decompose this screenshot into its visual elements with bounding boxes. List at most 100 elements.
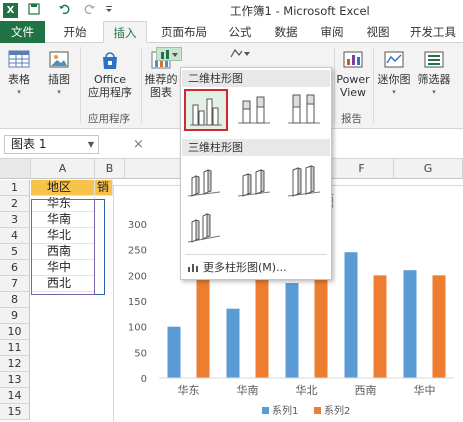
bar-系列1-华东[interactable]: [167, 326, 181, 378]
row-header[interactable]: 10: [0, 324, 30, 340]
row-header[interactable]: 12: [0, 356, 30, 372]
undo-icon[interactable]: [58, 3, 70, 18]
x-tick-label: 华北: [296, 383, 318, 397]
clustered-column-icon: [190, 98, 222, 126]
row-header[interactable]: 8: [0, 292, 30, 308]
tab-home[interactable]: 开始: [55, 21, 95, 43]
stacked-column-icon: [238, 96, 270, 124]
gallery-separator: [185, 254, 327, 255]
column-header-f[interactable]: F: [330, 159, 394, 179]
3d-clustered-column-option[interactable]: [184, 162, 228, 204]
table-icon: [7, 49, 31, 71]
bar-系列2-华南[interactable]: [255, 275, 269, 378]
clustered-column-option[interactable]: [184, 89, 228, 131]
series-value-range-highlight: [95, 199, 105, 295]
power-view-button[interactable]: Power View: [336, 49, 370, 99]
y-tick-label: 250: [128, 246, 147, 257]
column-header-a[interactable]: A: [31, 159, 95, 179]
3d-column-icon: [187, 213, 221, 243]
y-tick-label: 100: [128, 323, 147, 334]
select-all-corner[interactable]: [0, 159, 31, 179]
sparkline-icon: [382, 49, 406, 71]
stacked-column-option[interactable]: [234, 89, 278, 131]
bar-系列1-华中[interactable]: [403, 270, 417, 378]
3d-percent-stacked-column-option[interactable]: [284, 162, 328, 204]
tab-review[interactable]: 审阅: [314, 21, 350, 43]
row-header[interactable]: 3: [0, 212, 30, 228]
slicer-icon: [422, 49, 446, 71]
row-header[interactable]: 11: [0, 340, 30, 356]
section-2d-column: 二维柱形图: [182, 70, 330, 87]
legend-swatch: [314, 407, 321, 414]
row-header[interactable]: 14: [0, 388, 30, 404]
bar-系列2-华中[interactable]: [432, 275, 446, 378]
combo-chart-button[interactable]: [228, 47, 254, 61]
illustrations-label: 插图: [48, 73, 70, 86]
name-box[interactable]: 图表 1 ▼: [4, 135, 99, 154]
percent-stacked-column-option[interactable]: [284, 89, 328, 131]
bar-系列1-华南[interactable]: [226, 308, 240, 378]
3d-stacked-column-icon: [237, 169, 271, 197]
tab-data[interactable]: 数据: [268, 21, 304, 43]
sparkline-label: 迷你图: [377, 73, 411, 86]
sparkline-button[interactable]: 迷你图 ▾: [375, 49, 413, 99]
filter-label: 筛选器: [417, 73, 451, 86]
more-column-charts-link[interactable]: 更多柱形图(M)...: [187, 259, 287, 276]
percent-stacked-column-icon: [288, 94, 320, 124]
series-name-range-highlight: [31, 199, 95, 295]
3d-percent-stacked-column-icon: [287, 165, 321, 197]
excel-logo-icon: X: [3, 3, 18, 18]
tab-developer[interactable]: 开发工具: [404, 21, 462, 43]
tab-file[interactable]: 文件: [0, 21, 45, 43]
recommended-charts-label-1: 推荐的: [144, 73, 178, 86]
illustrations-button[interactable]: 插图 ▾: [42, 49, 76, 99]
cancel-icon[interactable]: ×: [133, 137, 144, 152]
cell-b1[interactable]: 销: [95, 180, 113, 196]
chevron-down-icon[interactable]: ▼: [88, 136, 94, 153]
row-header[interactable]: 6: [0, 260, 30, 276]
row-header[interactable]: 13: [0, 372, 30, 388]
office-apps-button[interactable]: Office 应用程序: [82, 49, 138, 99]
table-button[interactable]: 表格 ▾: [2, 49, 36, 99]
store-icon: [98, 49, 122, 71]
y-tick-label: 0: [141, 374, 147, 385]
column-chart-gallery: 二维柱形图 三维柱形图 更多柱形图(M)...: [180, 67, 332, 280]
save-icon[interactable]: [28, 3, 40, 18]
row-header[interactable]: 5: [0, 244, 30, 260]
row-header[interactable]: 4: [0, 228, 30, 244]
3d-column-option[interactable]: [184, 208, 228, 250]
redo-icon[interactable]: [84, 3, 96, 18]
ribbon-separator: [373, 47, 374, 123]
bar-系列1-华北[interactable]: [285, 283, 299, 378]
ribbon-separator: [80, 47, 81, 123]
row-header[interactable]: 15: [0, 404, 30, 420]
row-header[interactable]: 7: [0, 276, 30, 292]
power-view-icon: [341, 49, 365, 71]
tab-page-layout[interactable]: 页面布局: [155, 21, 213, 43]
legend-label[interactable]: 系列2: [324, 404, 350, 417]
legend-swatch: [262, 407, 269, 414]
customize-toolbar-icon[interactable]: [104, 3, 114, 18]
tab-insert[interactable]: 插入: [103, 21, 147, 43]
y-tick-label: 150: [128, 297, 147, 308]
x-tick-label: 华东: [178, 383, 200, 397]
column-chart-button[interactable]: [156, 47, 182, 61]
apps-group-label: 应用程序: [88, 113, 130, 125]
column-header-b[interactable]: B: [95, 159, 125, 179]
legend-label[interactable]: 系列1: [272, 404, 298, 417]
bar-系列2-西南[interactable]: [373, 275, 387, 378]
tab-view[interactable]: 视图: [360, 21, 396, 43]
row-header[interactable]: 9: [0, 308, 30, 324]
filter-button[interactable]: 筛选器 ▾: [414, 49, 454, 99]
3d-stacked-column-option[interactable]: [234, 162, 278, 204]
row-header[interactable]: 1: [0, 180, 30, 196]
cell-a1[interactable]: 地区: [31, 180, 95, 196]
y-tick-label: 200: [128, 271, 147, 282]
bar-系列1-西南[interactable]: [344, 252, 358, 378]
column-header-g[interactable]: G: [394, 159, 463, 179]
bar-系列2-华北[interactable]: [314, 275, 328, 378]
bar-系列2-华东[interactable]: [196, 275, 210, 378]
row-header[interactable]: 2: [0, 196, 30, 212]
tab-formulas[interactable]: 公式: [222, 21, 258, 43]
x-tick-label: 西南: [355, 384, 377, 397]
